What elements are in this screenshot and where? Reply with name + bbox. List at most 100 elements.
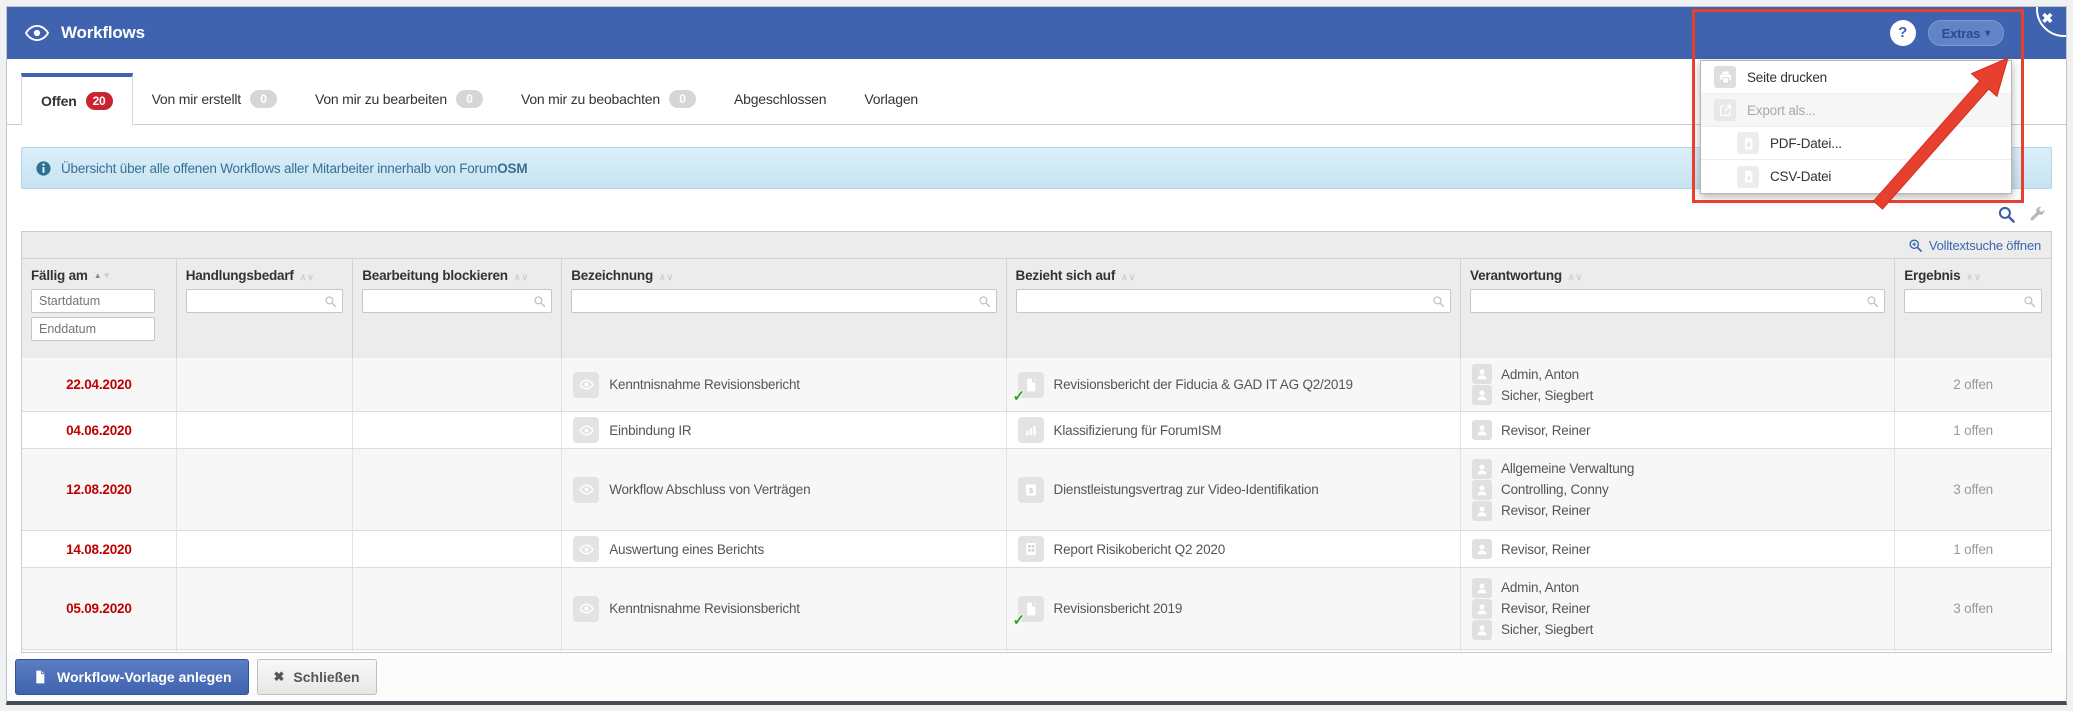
- related-item-name: Revisionsbericht der Fiducia & GAD IT AG…: [1053, 377, 1353, 392]
- titlebar: Workflows ? Extras ▾ ✖: [7, 7, 2066, 59]
- fulltext-search-link[interactable]: Volltextsuche öffnen: [1908, 238, 2041, 253]
- filter-cell: [1460, 285, 1896, 358]
- person-icon: [1472, 364, 1493, 384]
- tab-count-badge: 20: [85, 92, 113, 110]
- responsible-person: Controlling, Conny: [1472, 479, 1883, 500]
- column-filter: [185, 289, 344, 313]
- column-header-handlungsbedarf[interactable]: Handlungsbedarf ∧∨: [176, 259, 354, 285]
- menu-item-csv-datei[interactable]: x CSV-Datei: [1701, 160, 2011, 193]
- result-status: 3 offen: [1894, 448, 2051, 531]
- close-dialog-button[interactable]: ✖ Schließen: [256, 659, 377, 695]
- menu-item-pdf-datei[interactable]: A PDF-Datei...: [1701, 127, 2011, 160]
- filter-input-bezieht-sich-auf[interactable]: [1015, 289, 1452, 313]
- help-button[interactable]: ?: [1889, 20, 1916, 46]
- bearbeitung-cell: [352, 530, 563, 568]
- workflow-name-cell: Workflow Abschluss von Verträgen: [561, 448, 1007, 531]
- start-date-input[interactable]: [31, 289, 155, 313]
- magnifier-icon: [2023, 295, 2036, 313]
- table-row[interactable]: 14.08.2020 Auswertung eines Berichts Repor…: [22, 530, 2051, 568]
- due-date: 04.06.2020: [22, 411, 177, 449]
- tab-von-mir-zu-beobachten[interactable]: Von mir zu beobachten 0: [502, 73, 715, 124]
- column-header-bearbeitung-blockieren[interactable]: Bearbeitung blockieren ∧∨: [352, 259, 563, 285]
- filter-input-handlungsbedarf[interactable]: [185, 289, 344, 313]
- tab-vorlagen[interactable]: Vorlagen: [845, 73, 937, 124]
- column-label: Bezieht sich auf: [1015, 268, 1116, 283]
- column-header-ergebnis[interactable]: Ergebnis ∧∨: [1894, 259, 2051, 285]
- create-workflow-template-button[interactable]: Workflow-Vorlage anlegen: [15, 659, 249, 695]
- workflow-name: Kenntnisnahme Revisionsbericht: [609, 601, 800, 616]
- related-item-name: Report Risikobericht Q2 2020: [1053, 541, 1226, 557]
- result-status: 2 offen: [1894, 358, 2051, 412]
- column-header-bezeichnung[interactable]: Bezeichnung ∧∨: [561, 259, 1007, 285]
- due-date: 14.08.2020: [22, 530, 177, 568]
- person-name: Admin, Anton: [1501, 580, 1579, 595]
- tab-label: Offen: [41, 93, 77, 109]
- close-x-icon: ✖: [273, 669, 285, 684]
- bearbeitung-cell: [352, 448, 563, 531]
- person-icon: [1472, 577, 1493, 598]
- related-item-cell: ✓ Revisionsbericht 2019: [1006, 567, 1462, 650]
- footer-bar: Workflow-Vorlage anlegen ✖ Schließen: [7, 653, 2066, 701]
- column-filter: [1470, 289, 1886, 313]
- column-header-f-llig-am[interactable]: Fällig am ▲▼: [22, 259, 177, 285]
- tab-von-mir-erstellt[interactable]: Von mir erstellt 0: [133, 73, 296, 124]
- menu-item-seite-drucken[interactable]: Seite drucken: [1701, 61, 2011, 94]
- filter-input-bearbeitung-blockieren[interactable]: [362, 289, 553, 313]
- result-status: 1 offen: [1894, 411, 2051, 449]
- end-date-input[interactable]: [31, 317, 155, 341]
- workflows-eye-icon: [23, 19, 51, 47]
- handlungsbedarf-cell: [176, 530, 354, 568]
- close-corner-arc: [2036, 7, 2066, 37]
- responsible-person: Admin, Anton: [1472, 577, 1883, 598]
- filter-cell: [1006, 285, 1462, 358]
- column-header-verantwortung[interactable]: Verantwortung ∧∨: [1460, 259, 1896, 285]
- tab-offen[interactable]: Offen 20: [21, 73, 133, 125]
- table-toolbar: [27, 203, 2046, 225]
- close-button[interactable]: ✖: [2020, 7, 2066, 47]
- column-label: Ergebnis: [1904, 268, 1961, 283]
- column-filter: [362, 289, 553, 313]
- export-icon: [1714, 99, 1736, 121]
- table-row[interactable]: 22.04.2020 Kenntnisnahme Revisionsbericht…: [22, 358, 2051, 412]
- column-header-bezieht-sich-auf[interactable]: Bezieht sich auf ∧∨: [1006, 259, 1462, 285]
- search-icon[interactable]: [1997, 205, 2016, 224]
- column-label: Verantwortung: [1470, 268, 1562, 283]
- tab-label: Von mir zu bearbeiten: [314, 90, 447, 107]
- related-item-cell: Report Risikobericht Q2 2020: [1006, 530, 1462, 568]
- table-row[interactable]: 04.06.2020 Einbindung IR Klassifizierung f…: [22, 411, 2051, 449]
- due-date: 05.09.2020: [22, 567, 177, 650]
- magnifier-icon: [978, 295, 991, 313]
- filter-input-bezeichnung[interactable]: [571, 289, 997, 313]
- person-name: Controlling, Conny: [1501, 482, 1609, 497]
- responsible-person: Admin, Anton: [1472, 364, 1883, 384]
- responsible-cell: Admin, Anton Revisor, Reiner Sicher, Siegb…: [1460, 567, 1896, 650]
- table-row[interactable]: 05.09.2020 Kenntnisnahme Revisionsbericht…: [22, 567, 2051, 650]
- workflow-name: Kenntnisnahme Revisionsbericht: [609, 377, 800, 392]
- extras-button[interactable]: Extras ▾: [1927, 20, 2004, 46]
- workflow-name-cell: Auswertung eines Berichts: [561, 530, 1007, 568]
- due-date: 12.08.2020: [22, 448, 177, 531]
- new-document-icon: [36, 670, 45, 684]
- related-item-cell: Klassifizierung für ForumISM: [1006, 411, 1462, 449]
- filter-cell: [1894, 285, 2051, 358]
- wrench-icon[interactable]: [2028, 205, 2046, 223]
- bearbeitung-cell: [352, 567, 563, 650]
- tab-von-mir-zu-bearbeiten[interactable]: Von mir zu bearbeiten 0: [296, 73, 502, 124]
- menu-item-label: Seite drucken: [1747, 69, 1827, 85]
- person-name: Sicher, Siegbert: [1501, 387, 1594, 403]
- sort-icon: ∧∨: [1567, 272, 1584, 282]
- tab-count-badge: 0: [455, 89, 483, 108]
- chart-icon: [1017, 417, 1044, 443]
- filter-input-ergebnis[interactable]: [1904, 289, 2042, 313]
- chevron-down-icon: ▾: [1985, 27, 1990, 39]
- related-item-cell: ✓ Revisionsbericht der Fiducia & GAD IT A…: [1006, 358, 1462, 412]
- responsible-person: Revisor, Reiner: [1472, 539, 1883, 559]
- info-text: Übersicht über alle offenen Workflows al…: [61, 160, 528, 176]
- sort-icon: ∧∨: [299, 272, 315, 282]
- person-icon: [1472, 539, 1493, 559]
- filter-input-verantwortung[interactable]: [1470, 289, 1886, 313]
- table-row[interactable]: 12.08.2020 Workflow Abschluss von Verträg…: [22, 448, 2051, 531]
- handlungsbedarf-cell: [176, 358, 354, 412]
- tab-abgeschlossen[interactable]: Abgeschlossen: [715, 73, 845, 124]
- pdf-file-icon: A: [1737, 132, 1759, 154]
